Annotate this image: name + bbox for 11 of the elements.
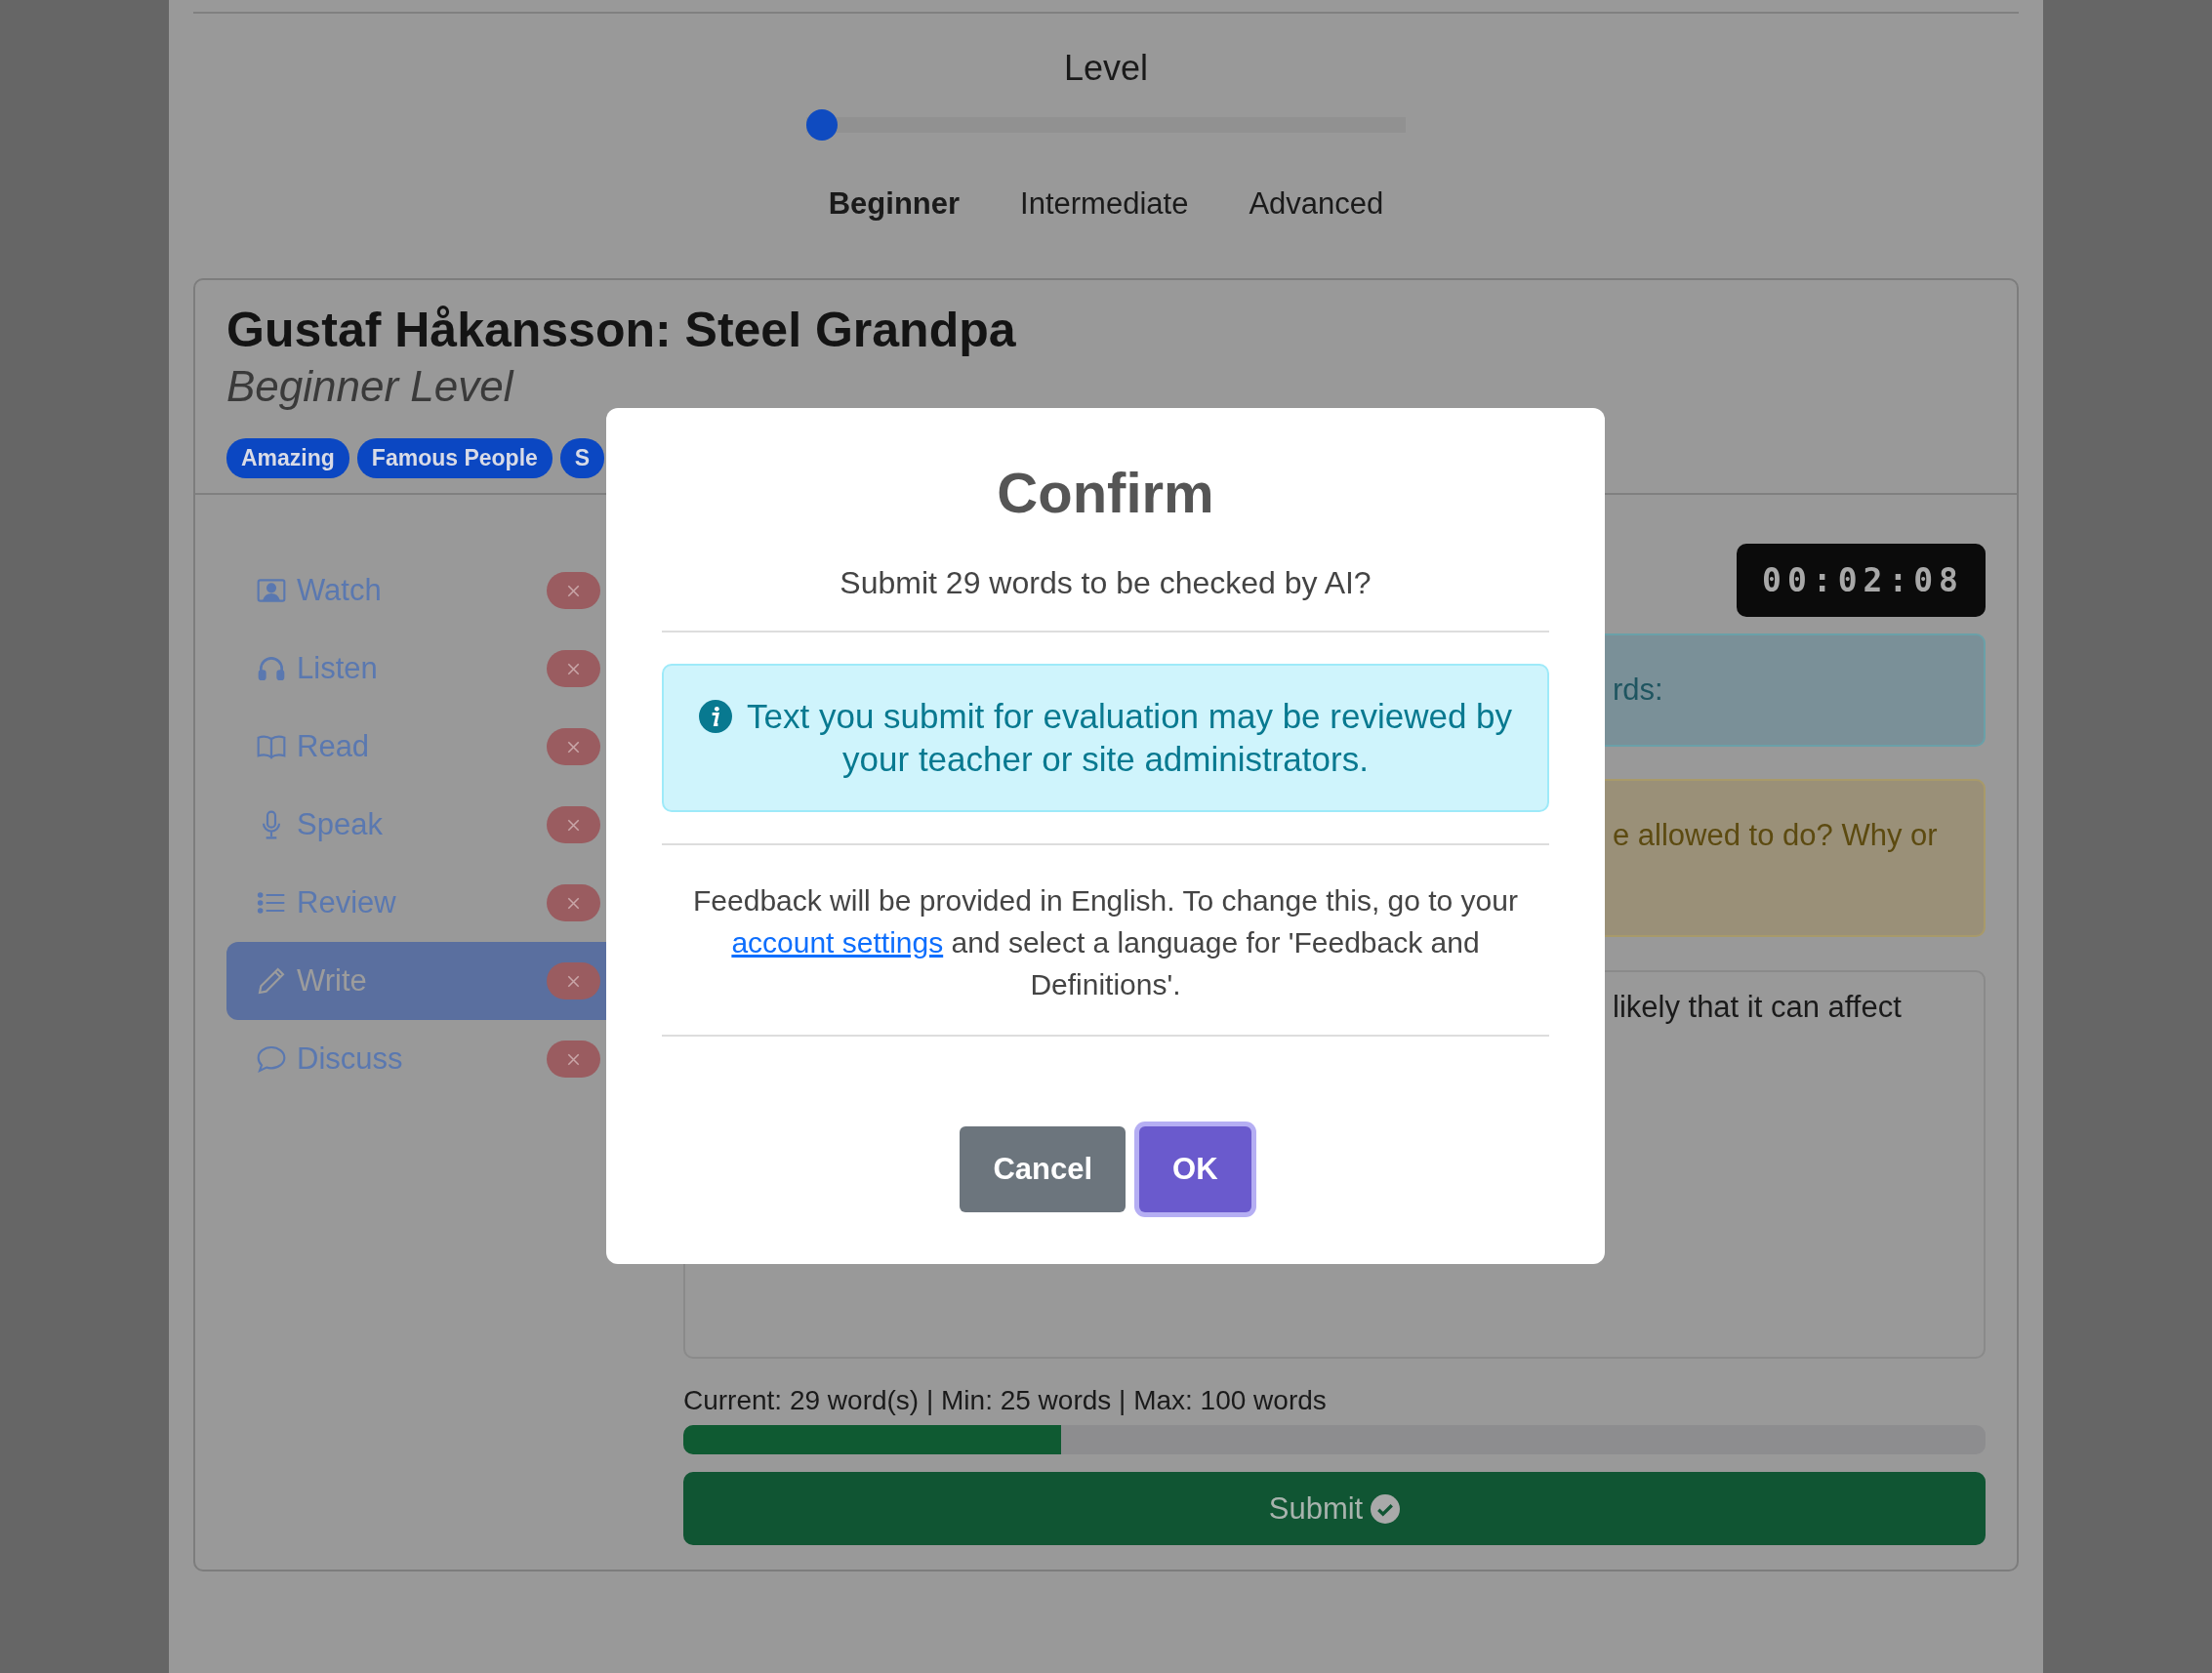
lesson-title: Gustaf Håkansson: Steel Grandpa [226, 302, 1017, 359]
timer: 00:02:08 [1737, 544, 1986, 617]
info-text: rds: [1613, 673, 1663, 708]
word-count: Current: 29 word(s) | Min: 25 words | Max: 100 words [683, 1384, 1328, 1417]
notice-text: Text you submit for evaluation may be reviewed by your teacher or site administrators. [747, 697, 1513, 778]
feedback-text: Feedback will be provided in English. To change this, go to your account settings and select a language for 'Feedback and Definitions'. [692, 883, 1519, 1002]
dialog-message: Submit 29 words to be checked by AI? [840, 565, 1372, 601]
lesson-subtitle: Beginner Level [226, 361, 515, 412]
level-heading: Level [1063, 47, 1149, 90]
dialog-title: Confirm [997, 460, 1214, 526]
prompt-text: e allowed to do? Why or [1613, 818, 1938, 852]
